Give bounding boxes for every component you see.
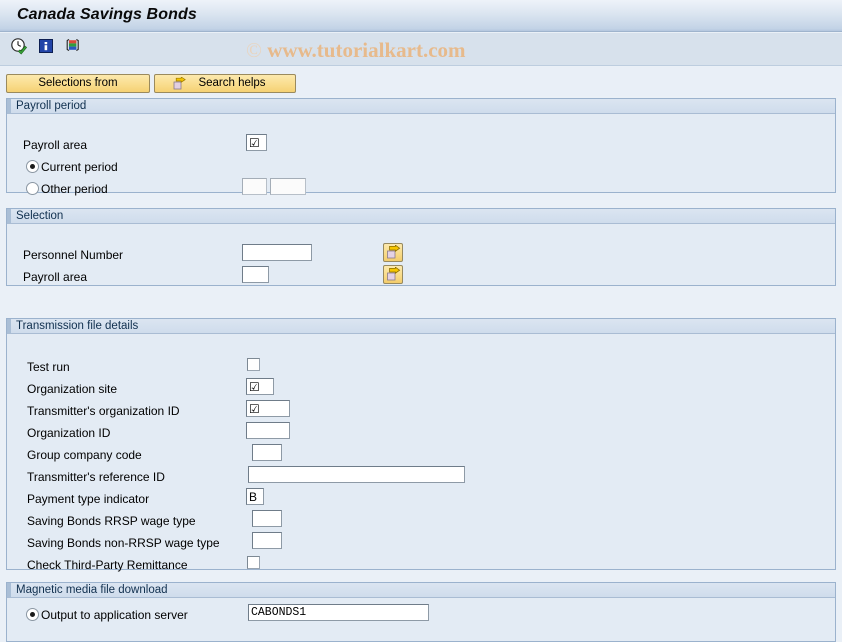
- other-period-radio[interactable]: [26, 182, 39, 195]
- payroll-period-title: Payroll period: [16, 100, 87, 112]
- information-icon[interactable]: [37, 37, 55, 55]
- transmission-file-details-panel: Transmission file details Test run Organ…: [6, 318, 836, 572]
- current-period-label[interactable]: Current period: [41, 160, 118, 174]
- rrsp-wage-type-label: Saving Bonds RRSP wage type: [27, 514, 196, 528]
- other-period-field-1[interactable]: [242, 178, 267, 195]
- payroll-area-field[interactable]: [246, 134, 267, 151]
- page-title: Canada Savings Bonds: [17, 6, 197, 23]
- transmitter-reference-id-label: Transmitter's reference ID: [27, 470, 165, 484]
- group-company-code-label: Group company code: [27, 448, 142, 462]
- search-helps-button[interactable]: Search helps: [154, 74, 296, 93]
- payment-type-indicator-label: Payment type indicator: [27, 492, 150, 506]
- toolbar-icon-group: [10, 37, 82, 55]
- other-period-label[interactable]: Other period: [41, 182, 108, 196]
- personnel-number-label: Personnel Number: [23, 248, 124, 262]
- organization-site-label: Organization site: [27, 382, 118, 396]
- check-third-party-remittance-checkbox[interactable]: [247, 556, 260, 569]
- non-rrsp-wage-type-input[interactable]: [252, 532, 282, 549]
- organization-id-label: Organization ID: [27, 426, 111, 440]
- search-helps-label: Search helps: [198, 77, 266, 89]
- current-period-radio[interactable]: [26, 160, 39, 173]
- magnetic-media-header: Magnetic media file download: [7, 583, 835, 598]
- watermark-text: www.tutorialkart.com: [267, 38, 466, 62]
- magnetic-media-panel: Magnetic media file download Output to a…: [6, 582, 836, 642]
- selection-payroll-area-label: Payroll area: [23, 270, 88, 284]
- transmitter-organization-id-label: Transmitter's organization ID: [27, 404, 180, 418]
- transmission-header: Transmission file details: [7, 319, 835, 334]
- transmitter-reference-id-input[interactable]: [248, 466, 465, 483]
- payroll-area-label: Payroll area: [23, 138, 88, 152]
- arrow-right-icon: [387, 245, 401, 259]
- payroll-area-multi-select-button[interactable]: [383, 265, 403, 284]
- arrow-right-icon: [387, 267, 401, 281]
- output-file-name-input[interactable]: [248, 604, 429, 621]
- test-run-checkbox[interactable]: [247, 358, 260, 371]
- selection-button-row: Selections from Search helps: [0, 67, 842, 96]
- non-rrsp-wage-type-label: Saving Bonds non-RRSP wage type: [27, 536, 220, 550]
- selection-panel: Selection Personnel Number Payroll area: [6, 208, 836, 286]
- test-run-label: Test run: [27, 360, 70, 374]
- organization-id-input[interactable]: [246, 422, 290, 439]
- variant-icon[interactable]: [64, 37, 82, 55]
- check-third-party-remittance-label: Check Third-Party Remittance: [27, 558, 188, 572]
- window-title-bar: Canada Savings Bonds: [0, 0, 842, 32]
- selection-title: Selection: [16, 210, 64, 222]
- group-company-code-input[interactable]: [252, 444, 282, 461]
- transmitter-organization-id-field[interactable]: [246, 400, 290, 417]
- output-to-application-server-radio[interactable]: [26, 608, 39, 621]
- payment-type-indicator-input[interactable]: [246, 488, 264, 505]
- personnel-number-input[interactable]: [242, 244, 312, 261]
- payroll-period-panel: Payroll period Payroll area Current peri…: [6, 98, 836, 196]
- arrow-right-icon: [159, 76, 186, 90]
- watermark: © www.tutorialkart.com: [246, 38, 466, 63]
- application-toolbar: © www.tutorialkart.com: [0, 33, 842, 66]
- organization-site-field[interactable]: [246, 378, 274, 395]
- magnetic-media-title: Magnetic media file download: [16, 584, 168, 596]
- selections-from-button[interactable]: Selections from: [6, 74, 150, 93]
- selection-header: Selection: [7, 209, 835, 224]
- watermark-copyright-symbol: ©: [246, 38, 262, 62]
- payroll-period-header: Payroll period: [7, 99, 835, 114]
- execute-clock-icon[interactable]: [10, 37, 28, 55]
- other-period-field-2[interactable]: [270, 178, 306, 195]
- transmission-title: Transmission file details: [16, 320, 139, 332]
- personnel-number-multi-select-button[interactable]: [383, 243, 403, 262]
- selection-payroll-area-input[interactable]: [242, 266, 269, 283]
- rrsp-wage-type-input[interactable]: [252, 510, 282, 527]
- output-to-application-server-label[interactable]: Output to application server: [41, 608, 188, 622]
